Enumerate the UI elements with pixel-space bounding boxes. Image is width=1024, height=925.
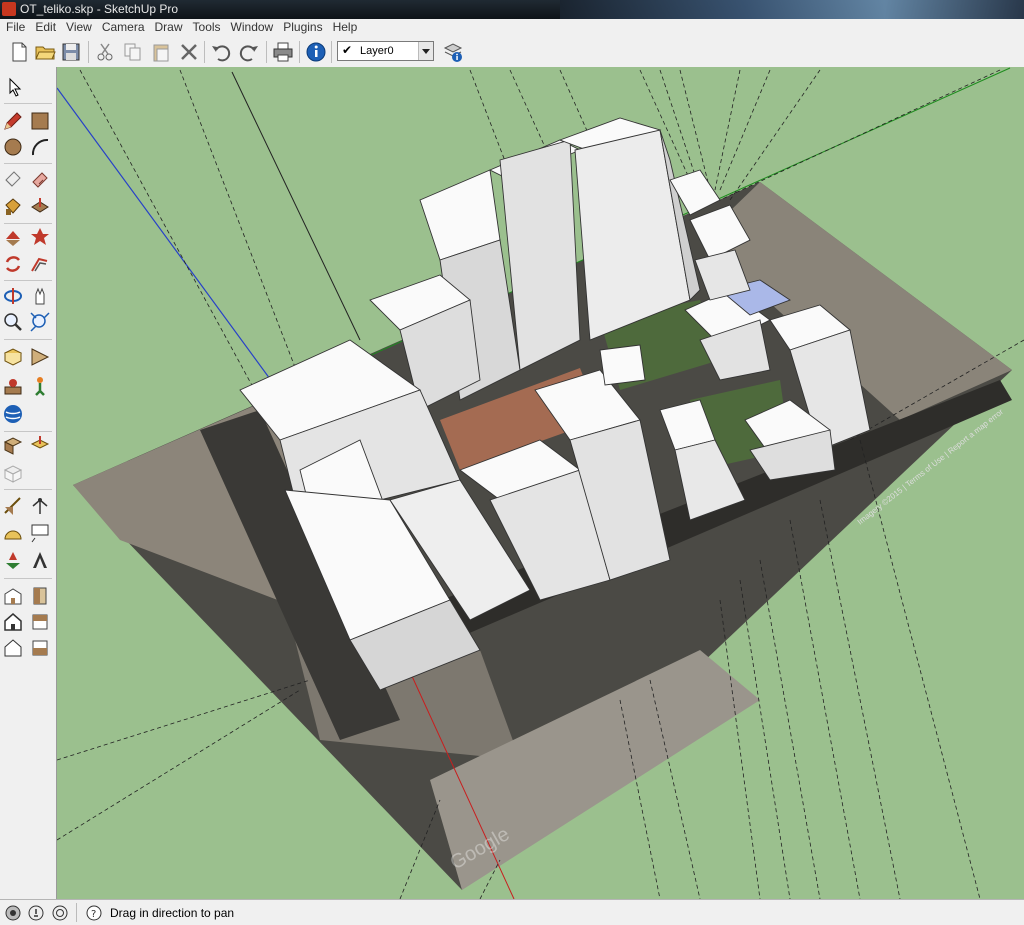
help-icon[interactable]: ? xyxy=(86,905,102,921)
move-icon[interactable] xyxy=(2,226,24,248)
layer-manager-icon[interactable] xyxy=(442,41,464,63)
walk-icon[interactable] xyxy=(2,375,24,397)
menu-draw[interactable]: Draw xyxy=(149,19,187,34)
status-bar: ? Drag in direction to pan xyxy=(0,899,1024,925)
print-icon[interactable] xyxy=(272,41,294,63)
menu-window[interactable]: Window xyxy=(225,19,278,34)
viewport-canvas[interactable]: Imagery ©2015 | Terms of Use | Report a … xyxy=(57,67,1024,899)
right-view-icon[interactable] xyxy=(29,585,51,607)
menu-edit[interactable]: Edit xyxy=(29,19,60,34)
components-icon[interactable] xyxy=(2,434,24,456)
position-camera-icon[interactable] xyxy=(2,345,24,367)
axis-line xyxy=(231,71,361,341)
cut-icon[interactable] xyxy=(94,41,116,63)
eraser-icon[interactable] xyxy=(2,168,24,190)
toolbar-separator xyxy=(4,489,52,490)
top-view-icon[interactable] xyxy=(2,585,24,607)
follow-me-icon[interactable] xyxy=(29,226,51,248)
outliner-icon[interactable] xyxy=(29,434,51,456)
paint-bucket-icon[interactable] xyxy=(2,195,24,217)
section-plane-icon[interactable] xyxy=(29,345,51,367)
protractor-icon[interactable] xyxy=(2,522,24,544)
chevron-down-icon[interactable] xyxy=(418,42,433,60)
menu-plugins[interactable]: Plugins xyxy=(277,19,326,34)
geo-location-icon[interactable] xyxy=(5,905,21,921)
left-view-icon[interactable] xyxy=(2,637,24,659)
3d-text-icon[interactable] xyxy=(29,549,51,571)
toolbar-separator xyxy=(331,41,332,63)
status-separator xyxy=(76,903,77,922)
toolbar-separator xyxy=(4,431,52,432)
rotate-icon[interactable] xyxy=(2,253,24,275)
menu-tools[interactable]: Tools xyxy=(187,19,225,34)
scale-icon[interactable] xyxy=(2,549,24,571)
orbit-icon[interactable] xyxy=(2,285,24,307)
sketchup-app-icon[interactable] xyxy=(2,2,16,16)
modeling-viewport[interactable]: Imagery ©2015 | Terms of Use | Report a … xyxy=(57,67,1024,899)
menu-help[interactable]: Help xyxy=(327,19,362,34)
title-bar: OT_teliko.skp - SketchUp Pro xyxy=(0,0,1024,19)
pan-icon[interactable] xyxy=(29,285,51,307)
offset-icon[interactable] xyxy=(29,253,51,275)
status-message: Drag in direction to pan xyxy=(110,906,235,920)
user-icon[interactable] xyxy=(52,905,68,921)
toolbar-separator xyxy=(204,41,205,63)
toolbar-separator xyxy=(266,41,267,63)
erase-icon[interactable] xyxy=(178,41,200,63)
toolbar-separator xyxy=(4,339,52,340)
new-icon[interactable] xyxy=(8,41,30,63)
toolbar-separator xyxy=(88,41,89,63)
zoom-icon[interactable] xyxy=(2,311,24,333)
left-toolbar xyxy=(0,67,57,899)
zoom-extents-icon[interactable] xyxy=(29,311,51,333)
menu-view[interactable]: View xyxy=(60,19,96,34)
back-view-icon[interactable] xyxy=(29,611,51,633)
circle-icon[interactable] xyxy=(2,136,24,158)
svg-text:?: ? xyxy=(91,909,96,920)
toolbar-separator xyxy=(4,578,52,579)
google-earth-icon[interactable] xyxy=(2,403,24,425)
pencil-icon[interactable] xyxy=(2,110,24,132)
undo-icon[interactable] xyxy=(210,41,232,63)
iso-view-icon[interactable] xyxy=(2,462,24,484)
title-bar-background xyxy=(560,0,1024,19)
model-info-icon[interactable] xyxy=(305,41,327,63)
copy-icon[interactable] xyxy=(122,41,144,63)
toolbar-separator xyxy=(299,41,300,63)
open-icon[interactable] xyxy=(34,41,56,63)
bottom-view-icon[interactable] xyxy=(29,637,51,659)
redo-icon[interactable] xyxy=(238,41,260,63)
standard-toolbar: ✔ Layer0 xyxy=(0,37,1024,68)
rectangle-icon[interactable] xyxy=(29,110,51,132)
look-around-icon[interactable] xyxy=(29,375,51,397)
toolbar-separator xyxy=(4,280,52,281)
toolbar-separator xyxy=(4,103,52,104)
layer-select[interactable]: ✔ Layer0 xyxy=(337,41,434,61)
toolbar-separator xyxy=(4,223,52,224)
save-icon[interactable] xyxy=(60,41,82,63)
toolbar-separator xyxy=(4,163,52,164)
tape-measure-icon[interactable] xyxy=(29,168,51,190)
dimension-icon[interactable] xyxy=(2,495,24,517)
window-title: OT_teliko.skp - SketchUp Pro xyxy=(20,2,179,16)
layer-active-check: ✔ xyxy=(342,43,353,57)
axes-icon[interactable] xyxy=(29,495,51,517)
text-icon[interactable] xyxy=(29,522,51,544)
menu-camera[interactable]: Camera xyxy=(96,19,149,34)
front-view-icon[interactable] xyxy=(2,611,24,633)
paste-icon[interactable] xyxy=(150,41,172,63)
menu-file[interactable]: File xyxy=(0,19,29,34)
layer-name: Layer0 xyxy=(360,45,394,57)
credits-icon[interactable] xyxy=(28,905,44,921)
push-pull-icon[interactable] xyxy=(29,195,51,217)
select-icon[interactable] xyxy=(4,76,26,98)
menu-bar: File Edit View Camera Draw Tools Window Plugins… xyxy=(0,19,1024,37)
arc-icon[interactable] xyxy=(29,136,51,158)
